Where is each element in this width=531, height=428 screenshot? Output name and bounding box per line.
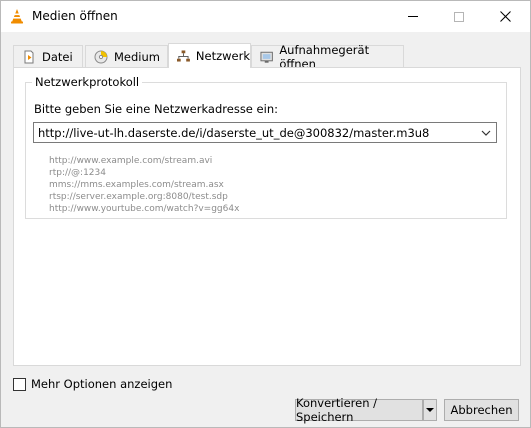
title-bar: Medien öffnen (1, 1, 530, 32)
example-url: http://www.example.com/stream.avi (49, 156, 213, 166)
maximize-icon (454, 11, 464, 22)
example-url: mms://mms.examples.com/stream.asx (49, 180, 224, 190)
vlc-cone-icon (11, 9, 23, 24)
network-address-combobox[interactable]: http://live-ut-lh.daserste.de/i/daserste… (33, 122, 497, 143)
convert-save-label: Konvertieren / Speichern (296, 396, 378, 424)
tab-netzwerk[interactable]: Netzwerk (168, 43, 251, 68)
example-urls: http://www.example.com/stream.avi rtp://… (49, 155, 239, 215)
tab-label: Netzwerk (195, 49, 250, 63)
network-address-value[interactable]: http://live-ut-lh.daserste.de/i/daserste… (38, 126, 429, 140)
network-panel: Netzwerkprotokoll Bitte geben Sie eine N… (13, 67, 521, 366)
example-url: rtsp://server.example.org:8080/test.sdp (49, 192, 228, 202)
more-options-label: Mehr Optionen anzeigen (31, 377, 173, 391)
convert-save-button[interactable]: Konvertieren / Speichern (295, 396, 423, 424)
group-title: Netzwerkprotokoll (32, 75, 143, 89)
disc-icon (94, 50, 108, 63)
tab-aufnahmegeraet[interactable]: Aufnahmegerät öffnen (251, 43, 404, 71)
tab-datei[interactable]: Datei (13, 45, 83, 67)
more-options-checkbox[interactable] (13, 377, 26, 391)
example-url: http://www.yourtube.com/watch?v=gg64x (49, 204, 240, 214)
network-icon (177, 50, 190, 62)
more-options-toggle[interactable]: Mehr Optionen anzeigen (13, 377, 172, 391)
close-icon (499, 11, 511, 22)
address-prompt: Bitte geben Sie eine Netzwerkadresse ein… (34, 102, 278, 116)
file-icon (24, 50, 34, 63)
example-url: rtp://@:1234 (49, 168, 106, 178)
convert-dropdown-button[interactable] (423, 399, 437, 421)
network-protocol-group: Netzwerkprotokoll Bitte geben Sie eine N… (25, 75, 507, 219)
open-media-dialog: Medien öffnen Datei Medium Netzwerk Aufn… (0, 0, 531, 428)
maximize-button (436, 1, 482, 32)
close-button[interactable] (482, 1, 528, 32)
tab-label: Medium (114, 49, 160, 64)
tab-medium[interactable]: Medium (85, 45, 168, 67)
dropdown-arrow-icon (426, 408, 434, 412)
capture-device-icon (260, 51, 273, 63)
tab-label: Datei (42, 49, 73, 64)
minimize-button[interactable] (390, 1, 436, 32)
window-title: Medien öffnen (32, 9, 118, 23)
minimize-icon (408, 16, 418, 17)
chevron-down-icon[interactable] (479, 126, 493, 140)
cancel-label: Abbrechen (450, 403, 513, 417)
cancel-button[interactable]: Abbrechen (444, 399, 519, 421)
